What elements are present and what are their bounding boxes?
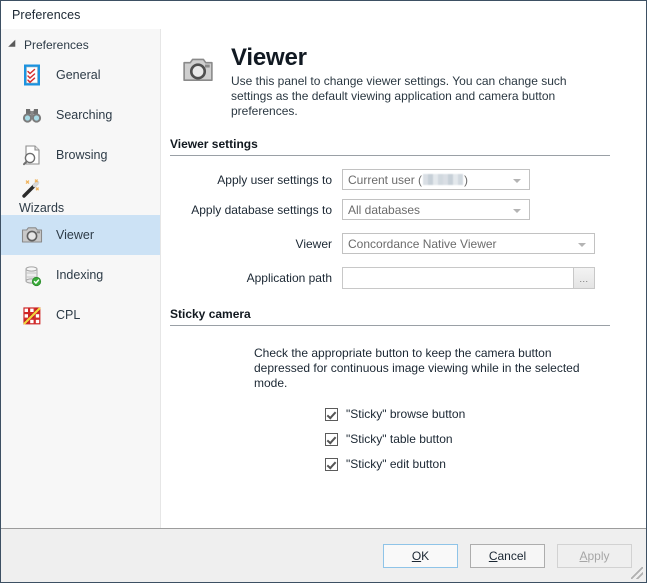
window-title: Preferences (12, 8, 81, 22)
sticky-camera-checkbox-list: "Sticky" browse button "Sticky" table bu… (161, 407, 646, 471)
sidebar-item-viewer[interactable]: Viewer (1, 215, 160, 255)
cancel-button[interactable]: Cancel (470, 543, 545, 568)
sticky-edit-checkbox[interactable] (325, 457, 338, 471)
combobox-value-prefix: Current user ( (348, 172, 423, 187)
ok-button-label: OK (411, 548, 430, 563)
apply-user-settings-combobox[interactable]: Current user () (342, 169, 530, 190)
sidebar-item-searching[interactable]: Searching (1, 95, 160, 135)
sidebar-item-label: Browsing (56, 148, 108, 162)
field-label: Apply database settings to (191, 202, 332, 217)
tree-root-label: Preferences (24, 38, 89, 52)
checkbox-label: "Sticky" edit button (346, 457, 446, 471)
database-check-icon (25, 266, 42, 287)
chevron-down-icon[interactable] (513, 179, 521, 183)
sticky-browse-checkbox[interactable] (325, 407, 338, 421)
sidebar-item-label: General (56, 68, 101, 82)
magic-wand-icon (22, 179, 40, 198)
page-header: Viewer Use this panel to change viewer s… (161, 29, 646, 119)
sidebar-item-label: Searching (56, 108, 113, 122)
navigation-sidebar: Preferences General Searching Browsing W… (1, 29, 161, 528)
application-path-field: ... (342, 267, 595, 289)
section-title: Sticky camera (170, 307, 251, 321)
sidebar-item-browsing[interactable]: Browsing (1, 135, 160, 175)
preferences-dialog: Preferences Preferences General Searchin… (0, 0, 647, 583)
sticky-camera-description: Check the appropriate button to keep the… (254, 346, 580, 390)
application-path-input[interactable] (342, 267, 574, 289)
viewer-settings-section-header: Viewer settings (170, 137, 610, 156)
chevron-down-icon[interactable] (578, 243, 586, 247)
apply-button: Apply (557, 543, 632, 568)
viewer-combobox[interactable]: Concordance Native Viewer (342, 233, 595, 254)
combobox-value: Concordance Native Viewer (348, 236, 497, 251)
dialog-body: Preferences General Searching Browsing W… (1, 29, 646, 528)
checkbox-row-edit[interactable]: "Sticky" edit button (325, 457, 646, 471)
sidebar-item-indexing[interactable]: Indexing (1, 255, 160, 295)
page-description: Use this panel to change viewer settings… (231, 74, 567, 118)
resize-grip-icon[interactable] (631, 567, 643, 579)
checklist-icon (24, 64, 40, 86)
combobox-value: All databases (348, 202, 421, 217)
ok-button[interactable]: OK (383, 543, 458, 568)
sticky-table-checkbox[interactable] (325, 432, 338, 446)
sidebar-item-label: Indexing (56, 268, 104, 282)
camera-icon (21, 227, 43, 243)
cpl-grid-icon (23, 307, 41, 325)
sidebar-item-label: Wizards (19, 201, 65, 215)
sidebar-item-wizards[interactable]: Wizards (1, 175, 160, 215)
browse-button[interactable]: ... (574, 267, 595, 289)
redacted-username (423, 174, 464, 185)
field-viewer: Viewer Concordance Native Viewer (170, 233, 610, 254)
page-title: Viewer (231, 44, 307, 71)
document-search-icon (23, 145, 40, 166)
expand-triangle-icon[interactable] (8, 39, 19, 51)
checkbox-label: "Sticky" table button (346, 432, 453, 446)
dialog-footer: OK Cancel Apply (1, 528, 646, 582)
content-panel: Viewer Use this panel to change viewer s… (161, 29, 646, 528)
field-label: Apply user settings to (217, 172, 332, 187)
combobox-value: Current user () (343, 173, 468, 187)
checkbox-row-table[interactable]: "Sticky" table button (325, 432, 646, 446)
sidebar-item-cpl[interactable]: CPL (1, 295, 160, 335)
camera-icon (183, 58, 213, 82)
apply-button-label: Apply (579, 548, 610, 563)
section-divider (170, 325, 610, 326)
field-application-path: Application path ... (170, 267, 610, 289)
cancel-button-label: Cancel (488, 548, 527, 563)
checkbox-row-browse[interactable]: "Sticky" browse button (325, 407, 646, 421)
viewer-settings-form: Apply user settings to Current user () A… (161, 156, 646, 289)
sidebar-item-general[interactable]: General (1, 55, 160, 95)
field-apply-user-settings: Apply user settings to Current user () (170, 169, 610, 190)
sidebar-item-label: CPL (56, 308, 81, 322)
chevron-down-icon[interactable] (513, 209, 521, 213)
field-apply-database-settings: Apply database settings to All databases (170, 199, 610, 220)
field-label: Viewer (295, 236, 332, 251)
sticky-camera-section-header: Sticky camera (170, 307, 610, 326)
section-title: Viewer settings (170, 137, 258, 151)
sidebar-item-label: Viewer (56, 228, 94, 242)
binoculars-icon (22, 109, 42, 123)
checkbox-label: "Sticky" browse button (346, 407, 466, 421)
apply-database-settings-combobox[interactable]: All databases (342, 199, 530, 220)
tree-root-preferences[interactable]: Preferences (1, 35, 160, 55)
title-bar: Preferences (1, 1, 646, 29)
field-label: Application path (246, 271, 332, 285)
combobox-value-suffix: ) (464, 172, 469, 187)
